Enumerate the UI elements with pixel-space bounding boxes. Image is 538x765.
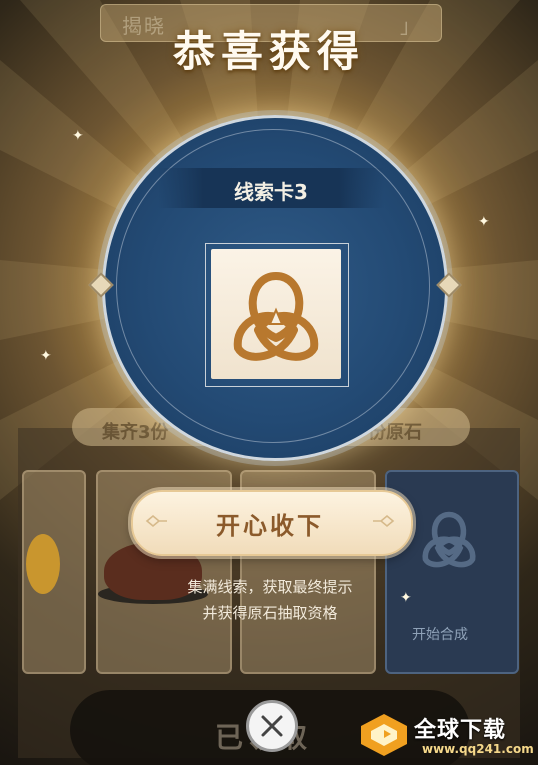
watermark-name: 全球下载 xyxy=(414,718,507,743)
watermark-url: www.qq241.com xyxy=(422,742,534,756)
gold-coin-icon xyxy=(26,534,60,594)
close-icon xyxy=(261,715,283,737)
confirm-button-label: 开心收下 xyxy=(216,512,324,540)
trinity-knot-icon xyxy=(422,511,476,568)
close-button[interactable] xyxy=(246,700,298,752)
reward-popup-screen: 揭晓 」 集齐3份 份原石 开始合成 已领取 ✦ ✦ ✦ ✦ 恭喜获得 线索卡3 xyxy=(0,0,538,765)
collect-banner-left-text: 集齐3份 xyxy=(102,422,169,443)
sparkle-icon: ✦ xyxy=(478,214,490,230)
watermark-logo-icon xyxy=(361,714,407,756)
sparkle-icon: ✦ xyxy=(400,590,412,606)
item-name: 线索卡3 xyxy=(234,180,308,204)
sparkle-icon: ✦ xyxy=(40,348,52,364)
sparkle-icon: ✦ xyxy=(72,128,84,144)
trinity-knot-icon xyxy=(233,272,319,361)
popup-title: 恭喜获得 xyxy=(172,27,365,76)
description-line-2: 并获得原石抽取资格 xyxy=(202,604,338,622)
description-line-1: 集满线索，获取最终提示 xyxy=(187,578,353,596)
start-merge-label: 开始合成 xyxy=(412,627,468,643)
